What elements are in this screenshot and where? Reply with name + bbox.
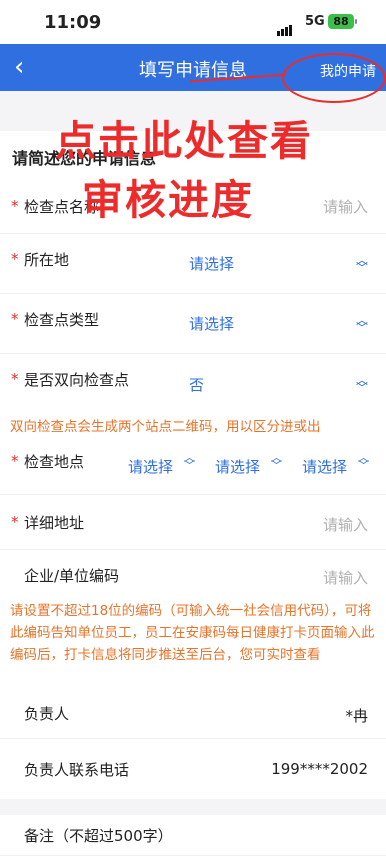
address-input[interactable]: 请输入 xyxy=(323,514,368,535)
chevron-up-down-icon: ︿ ﹀ xyxy=(355,373,368,395)
checkpoint-type-field[interactable]: * 检查点类型 请选择 ︿ ﹀ xyxy=(0,294,386,354)
spacer xyxy=(0,799,386,815)
required-mark: * xyxy=(11,452,19,470)
address-field[interactable]: * 详细地址 请输入 xyxy=(0,495,386,550)
person-in-charge-field[interactable]: 负责人 *冉 xyxy=(0,688,386,739)
field-label: 是否双向检查点 xyxy=(24,371,130,389)
required-mark: * xyxy=(11,250,19,268)
city-select[interactable]: 请选择 xyxy=(215,456,260,477)
annotation-circle xyxy=(282,53,386,103)
chevron-up-down-icon: ︿ ﹀ xyxy=(271,451,282,472)
person-in-charge-value[interactable]: *冉 xyxy=(345,705,368,726)
annotation-text-line2: 审核进度 xyxy=(82,176,254,224)
field-label: 检查点类型 xyxy=(24,311,100,329)
chevron-up-down-icon: ︿ ﹀ xyxy=(358,451,369,472)
annotation-text-line1: 点击此处查看 xyxy=(55,117,313,165)
required-mark: * xyxy=(11,197,19,215)
check-location-field[interactable]: * 检查地点 请选择 ︿ ﹀ 请选择 ︿ ﹀ 请选择 ︿ ﹀ xyxy=(0,442,386,495)
field-label: 负责人联系电话 xyxy=(24,761,130,779)
status-bar: 11:09 5G 88 xyxy=(0,0,386,44)
company-code-field[interactable]: 企业/单位编码 请输入 xyxy=(0,550,386,598)
field-label: 详细地址 xyxy=(24,514,85,532)
field-label: 检查地点 xyxy=(24,453,85,471)
district-select[interactable]: 请选择 xyxy=(302,456,347,477)
company-code-input[interactable]: 请输入 xyxy=(323,567,368,588)
checkpoint-type-select[interactable]: 请选择 xyxy=(189,313,234,334)
required-mark: * xyxy=(11,370,19,388)
field-label: 备注（不超过500字） xyxy=(24,827,173,845)
remark-field[interactable]: 备注（不超过500字） xyxy=(0,815,386,856)
field-label: 企业/单位编码 xyxy=(24,567,120,585)
signal-icon xyxy=(277,17,293,36)
company-code-hint: 请设置不超过18位的编码（可输入统一社会信用代码），可将此编码告知单位员工，员工… xyxy=(0,598,386,688)
phone-field[interactable]: 负责人联系电话 199****2002 xyxy=(0,739,386,799)
field-label: 负责人 xyxy=(24,705,70,723)
province-select[interactable]: 请选择 xyxy=(128,456,173,477)
required-mark: * xyxy=(11,513,19,531)
bidirectional-hint: 双向检查点会生成两个站点二维码，用以区分进或出 xyxy=(0,412,386,442)
chevron-up-down-icon: ︿ ﹀ xyxy=(184,451,195,472)
required-mark: * xyxy=(11,310,19,328)
checkpoint-name-input[interactable]: 请输入 xyxy=(323,196,368,217)
location-select[interactable]: 请选择 xyxy=(189,253,234,274)
bidirectional-select[interactable]: 否 xyxy=(189,374,204,395)
network-type: 5G xyxy=(305,14,325,29)
field-label: 所在地 xyxy=(24,251,70,269)
bidirectional-field[interactable]: * 是否双向检查点 否 ︿ ﹀ xyxy=(0,354,386,412)
battery-icon: 88 xyxy=(328,14,357,29)
location-field[interactable]: * 所在地 请选择 ︿ ﹀ xyxy=(0,234,386,294)
status-time: 11:09 xyxy=(44,12,102,33)
chevron-up-down-icon: ︿ ﹀ xyxy=(355,253,368,275)
phone-value[interactable]: 199****2002 xyxy=(271,760,368,778)
chevron-up-down-icon: ︿ ﹀ xyxy=(355,313,368,335)
